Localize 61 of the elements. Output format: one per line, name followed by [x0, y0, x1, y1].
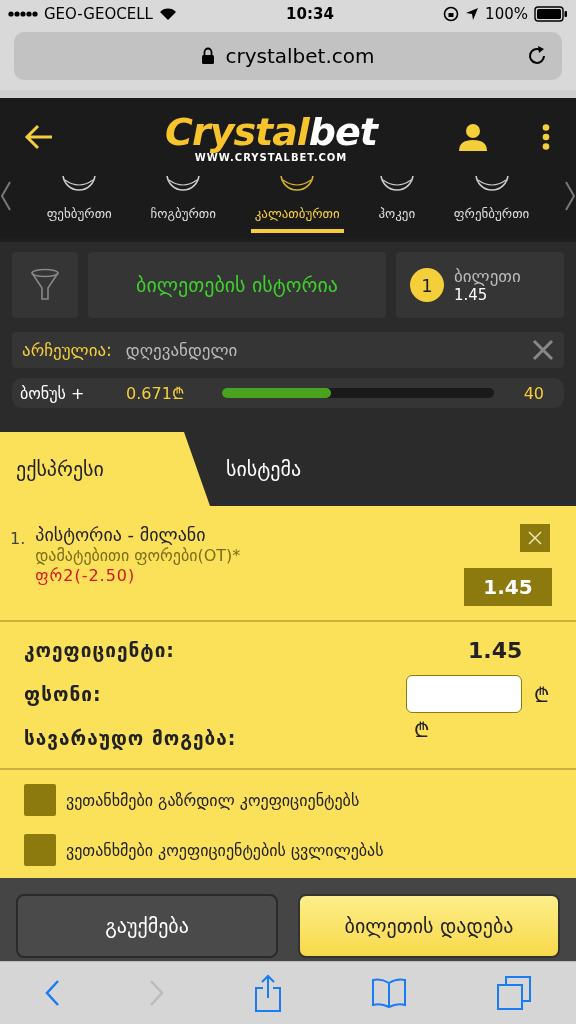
- funnel-icon: [30, 268, 60, 302]
- place-bet-button[interactable]: ბილეთის დადება: [298, 894, 560, 958]
- bet-type-tab[interactable]: ექსპრესი: [0, 432, 210, 506]
- location-icon: [465, 7, 480, 21]
- rotation-lock-icon: [443, 6, 460, 22]
- user-icon[interactable]: [458, 123, 488, 151]
- checkbox-label: ვეთანხმები კოეფიციენტების ცვლილებას: [66, 840, 384, 860]
- bet-match: პისტორია - მილანი: [35, 524, 207, 545]
- share-icon[interactable]: [254, 974, 282, 1012]
- bet-type-tab[interactable]: სისტემა: [210, 432, 576, 506]
- close-icon: [528, 531, 542, 545]
- currency-sign: ₾: [414, 716, 429, 743]
- sport-tab[interactable]: ჰოკეი: [374, 176, 420, 233]
- bet-number: 1.: [10, 528, 26, 550]
- sport-tab[interactable]: ჩოგბურთი: [146, 176, 220, 233]
- bonus-amount: 0.671₾: [126, 383, 185, 404]
- url-text: crystalbet.com: [225, 44, 375, 68]
- back-icon[interactable]: [44, 979, 61, 1007]
- checkbox[interactable]: [24, 834, 56, 866]
- status-time: 10:34: [286, 5, 334, 23]
- sport-tab[interactable]: ფრენბურთი: [449, 176, 534, 233]
- summary-label: ფსონი:: [24, 683, 103, 705]
- carrier-name: GEO-GEOCELL: [44, 5, 153, 23]
- scroll-left-icon[interactable]: [0, 180, 12, 212]
- wifi-icon: [158, 7, 177, 21]
- stake-input[interactable]: [406, 675, 522, 713]
- signal-icon: [8, 9, 38, 19]
- sport-tab[interactable]: კალათბურთი: [250, 176, 344, 233]
- bet-selection: ფრ2(-2.50): [35, 566, 137, 585]
- scroll-right-icon[interactable]: [563, 180, 576, 212]
- more-menu-icon[interactable]: [542, 124, 550, 150]
- tabs-icon[interactable]: [495, 975, 532, 1011]
- address-bar[interactable]: crystalbet.com: [14, 32, 562, 80]
- remove-bet-button[interactable]: [520, 524, 550, 552]
- summary-label: სავარაუდო მოგება:: [24, 727, 238, 749]
- lock-icon: [201, 47, 216, 65]
- checkbox-label: ვეთანხმები გაზრდილ კოეფიციენტებს: [66, 790, 360, 810]
- ticket-count-badge: 1: [410, 268, 444, 302]
- back-arrow-icon[interactable]: [24, 124, 54, 150]
- sport-tab[interactable]: ფეხბურთი: [42, 176, 116, 233]
- battery-icon: [534, 6, 568, 22]
- filter-value: დღევანდელი: [125, 340, 239, 360]
- bonus-target: 40: [523, 383, 544, 403]
- currency-sign: ₾: [534, 681, 549, 708]
- cancel-button[interactable]: გაუქმება: [16, 894, 278, 958]
- bookmarks-icon[interactable]: [370, 977, 407, 1009]
- bonus-label: ბონუს +: [20, 383, 86, 403]
- ticket-odds: 1.45: [454, 286, 489, 304]
- close-icon[interactable]: [532, 339, 554, 361]
- ticket-label: ბილეთი: [454, 266, 521, 286]
- ticket-history-button[interactable]: ბილეთების ისტორია: [88, 252, 386, 318]
- battery-percent: 100%: [485, 5, 528, 23]
- filter-button[interactable]: [12, 252, 78, 318]
- checkbox[interactable]: [24, 784, 56, 816]
- bet-odds: 1.45: [464, 568, 552, 606]
- summary-label: კოეფიციენტი:: [24, 639, 176, 661]
- filter-label: არჩეულია:: [22, 340, 112, 360]
- summary-value: 1.45: [468, 637, 523, 663]
- bet-market: დამატებითი ფორები(OT)*: [35, 546, 242, 565]
- ticket-card[interactable]: 1 ბილეთი 1.45: [396, 252, 564, 318]
- reload-icon[interactable]: [526, 45, 548, 67]
